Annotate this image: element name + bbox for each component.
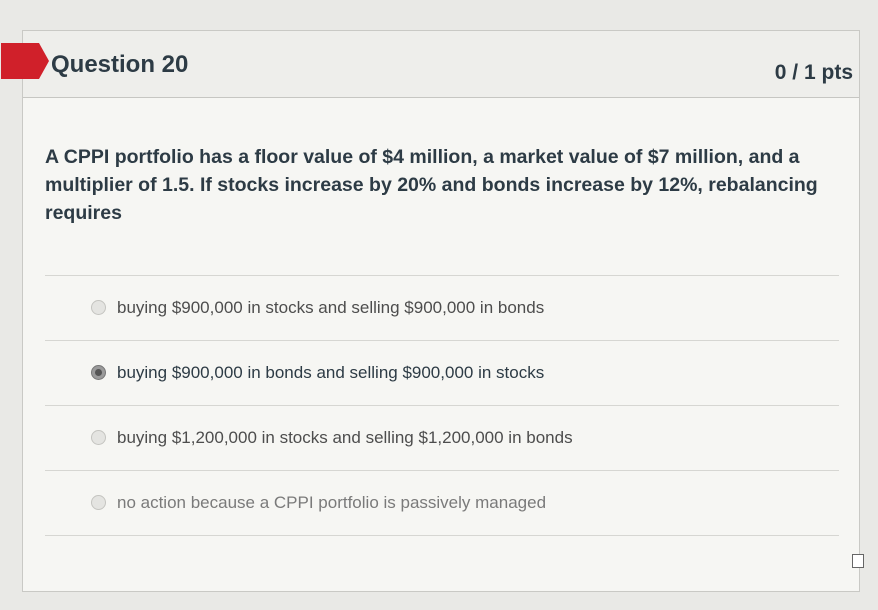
radio-button[interactable] xyxy=(91,495,106,510)
question-points: 0 / 1 pts xyxy=(774,61,853,84)
answer-option[interactable]: buying $900,000 in bonds and selling $90… xyxy=(45,340,839,405)
question-title: Question 20 xyxy=(51,51,189,78)
question-header: Question 20 0 / 1 pts xyxy=(1,31,859,98)
radio-button-selected[interactable] xyxy=(91,365,106,380)
answer-label: buying $900,000 in stocks and selling $9… xyxy=(117,298,545,317)
answer-option[interactable]: buying $1,200,000 in stocks and selling … xyxy=(45,405,839,470)
resize-handle-icon[interactable] xyxy=(852,554,864,568)
answer-option[interactable]: no action because a CPPI portfolio is pa… xyxy=(45,470,839,536)
answer-list: buying $900,000 in stocks and selling $9… xyxy=(45,275,839,536)
question-text: A CPPI portfolio has a floor value of $4… xyxy=(45,146,818,224)
incorrect-flag-icon xyxy=(1,43,49,79)
radio-button[interactable] xyxy=(91,430,106,445)
radio-button[interactable] xyxy=(91,300,106,315)
answer-label: buying $1,200,000 in stocks and selling … xyxy=(117,428,573,447)
question-card: Question 20 0 / 1 pts A CPPI portfolio h… xyxy=(1,30,860,592)
answer-option[interactable]: buying $900,000 in stocks and selling $9… xyxy=(45,275,839,340)
answer-label: no action because a CPPI portfolio is pa… xyxy=(117,493,547,512)
answer-label: buying $900,000 in bonds and selling $90… xyxy=(117,363,545,382)
